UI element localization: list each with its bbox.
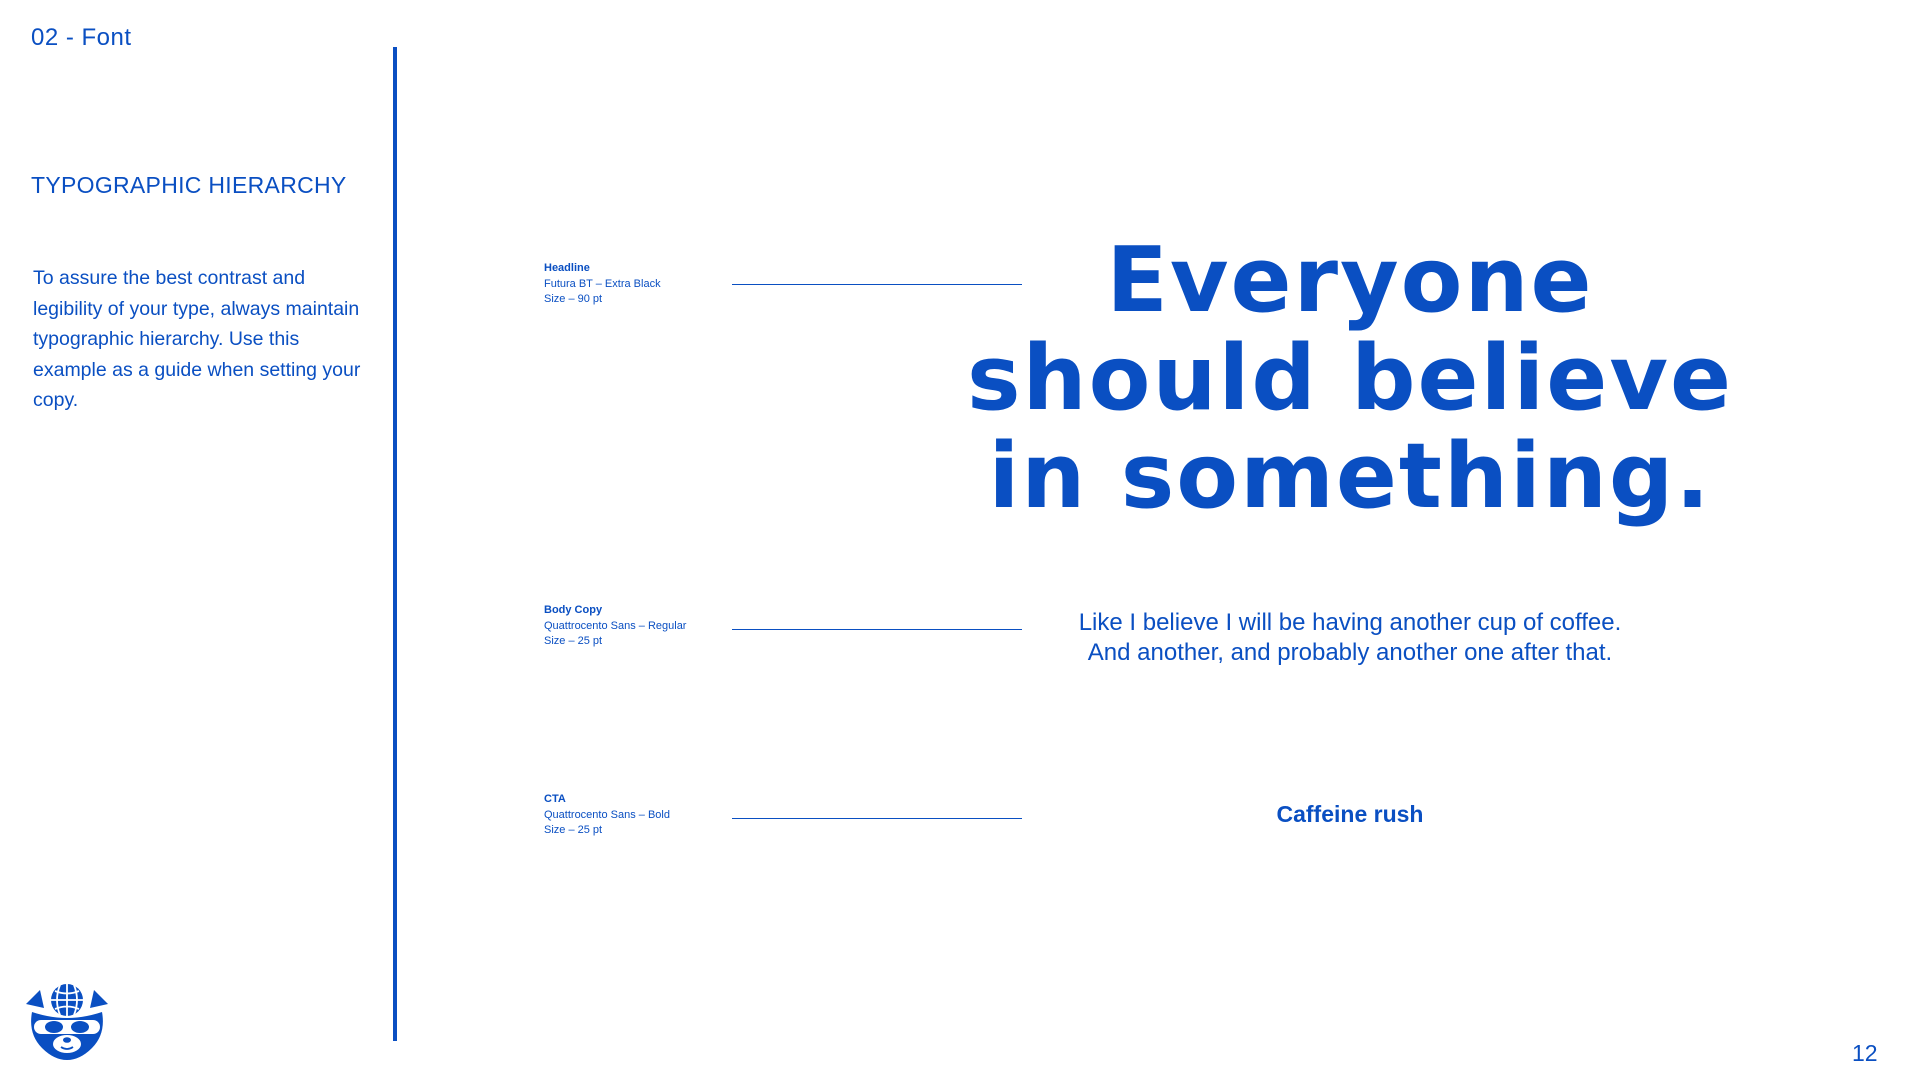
headline-spec-size: Size – 90 pt: [544, 293, 603, 305]
body-copy-line: And another, and probably another one af…: [1087, 639, 1613, 666]
cta-leader-line: [732, 818, 1022, 819]
page-number: 12: [1852, 1040, 1878, 1066]
cat-mascot-icon: [26, 984, 108, 1060]
cta-spec-size: Size – 25 pt: [544, 824, 603, 836]
cta-spec: CTA Quattrocento Sans – Bold Size – 25 p…: [544, 792, 670, 839]
typographic-hierarchy-description: To assure the best contrast and legibili…: [33, 267, 361, 411]
cta-spec-font: Quattrocento Sans – Bold: [544, 808, 670, 821]
body-copy-line: Like I believe I will be having another …: [1078, 609, 1622, 636]
headline-spec-title: Headline: [544, 262, 590, 274]
body-copy-spec-title: Body Copy: [544, 604, 603, 616]
headline-line: in something.: [988, 424, 1712, 529]
body-copy-example: Like I believe I will be having another …: [950, 608, 1750, 668]
headline-spec: Headline Futura BT – Extra Black Size – …: [544, 261, 661, 308]
body-copy-spec-size: Size – 25 pt: [544, 635, 603, 647]
headline-line: Everyone: [1106, 228, 1594, 333]
headline-line: should believe: [966, 326, 1734, 431]
section-label: 02 - Font: [31, 24, 132, 51]
vertical-divider: [393, 47, 397, 1041]
headline-spec-font: Futura BT – Extra Black: [544, 277, 661, 290]
typographic-hierarchy-heading: TYPOGRAPHIC HIERARCHY: [31, 172, 347, 198]
cta-example: Caffeine rush: [1276, 801, 1424, 827]
body-copy-spec-font: Quattrocento Sans – Regular: [544, 619, 687, 632]
cta-spec-title: CTA: [544, 793, 566, 805]
headline-example: Everyone should believe in something.: [900, 232, 1800, 526]
body-copy-spec: Body Copy Quattrocento Sans – Regular Si…: [544, 603, 686, 650]
